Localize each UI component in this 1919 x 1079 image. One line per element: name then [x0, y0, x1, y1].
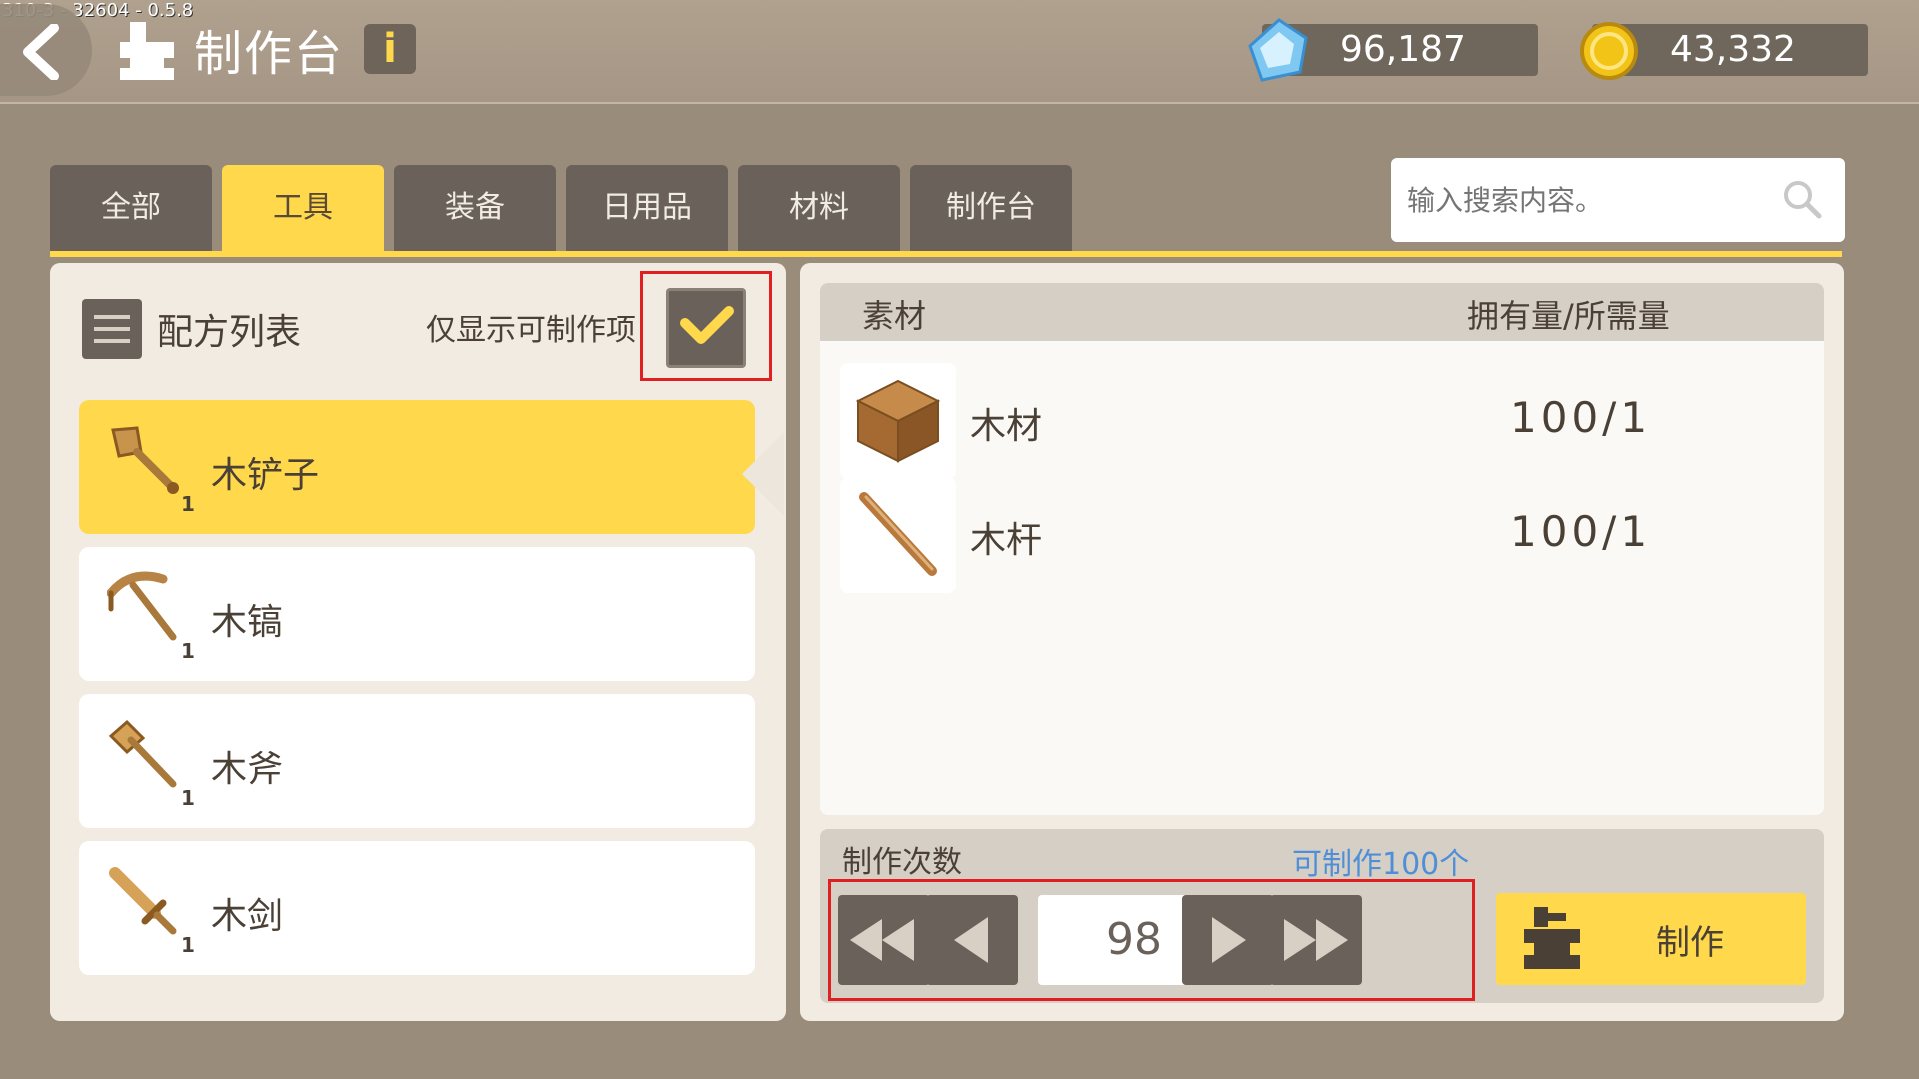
- coin-icon: [1580, 22, 1638, 80]
- materials-header-name: 素材: [862, 297, 927, 335]
- only-craftable-checkbox[interactable]: [666, 288, 746, 368]
- tab-crafting-table[interactable]: 制作台: [910, 165, 1072, 251]
- decrease-quantity-button[interactable]: [926, 895, 1018, 985]
- recipe-name: 木铲子: [211, 455, 320, 496]
- wood-block-icon: [855, 379, 941, 463]
- recipe-list-panel: 配方列表 仅显示可制作项 1 木铲子 1 木镐 1 木斧 1 木剑: [50, 263, 786, 1021]
- craft-button[interactable]: 制作: [1496, 893, 1806, 985]
- gem-amount: 96,187: [1340, 29, 1466, 70]
- recipe-name: 木镐: [211, 602, 284, 643]
- max-quantity-button[interactable]: [1270, 895, 1362, 985]
- increase-quantity-button[interactable]: [1182, 895, 1274, 985]
- gem-icon: [1248, 18, 1308, 82]
- recipe-count: 1: [181, 639, 195, 663]
- back-button[interactable]: [0, 4, 92, 96]
- right-arrow-icon: [1212, 917, 1246, 963]
- tab-daily-goods[interactable]: 日用品: [566, 165, 728, 251]
- recipe-count: 1: [181, 786, 195, 810]
- top-bar: 310-3 - 32604 - 0.5.8 制作台 i 96,187 43,33…: [0, 0, 1919, 104]
- wooden-pickaxe-icon: [107, 571, 177, 641]
- materials-header: 素材 拥有量/所需量: [820, 283, 1824, 341]
- wooden-axe-icon: [108, 719, 177, 788]
- recipe-count: 1: [181, 933, 195, 957]
- checkmark-icon: [680, 306, 734, 344]
- material-icon-box: [840, 477, 956, 593]
- recipe-detail-panel: 素材 拥有量/所需量 木材 100/1 木杆 100/1 制作次数 可制作100…: [800, 263, 1844, 1021]
- recipe-item-wooden-shovel[interactable]: 1 木铲子: [79, 400, 755, 534]
- gem-counter: 96,187: [1248, 18, 1538, 82]
- tab-tools[interactable]: 工具: [222, 165, 384, 251]
- materials-box: 素材 拥有量/所需量 木材 100/1 木杆 100/1: [820, 283, 1824, 815]
- search-icon[interactable]: [1781, 178, 1823, 220]
- recipe-item-wooden-pickaxe[interactable]: 1 木镐: [79, 547, 755, 681]
- crafting-table-icon: [120, 22, 174, 80]
- page-title: 制作台: [194, 26, 345, 82]
- search-box: [1391, 158, 1845, 242]
- recipe-item-wooden-axe[interactable]: 1 木斧: [79, 694, 755, 828]
- wooden-shovel-icon: [111, 426, 179, 494]
- info-button[interactable]: i: [364, 24, 416, 74]
- recipe-item-wooden-sword[interactable]: 1 木剑: [79, 841, 755, 975]
- crafting-controls: 制作次数 可制作100个 98 制作: [820, 829, 1824, 1003]
- recipe-name: 木斧: [211, 749, 284, 790]
- material-row: 木杆 100/1: [840, 477, 1800, 595]
- left-arrow-icon: [954, 917, 988, 963]
- min-quantity-button[interactable]: [838, 895, 930, 985]
- wood-stick-icon: [859, 492, 937, 576]
- materials-header-amount: 拥有量/所需量: [1467, 297, 1670, 335]
- selection-pointer: [742, 432, 784, 516]
- crafting-table-icon: [1524, 907, 1580, 969]
- recipe-list-title: 配方列表: [157, 312, 302, 353]
- can-make-label: 可制作100个: [1292, 847, 1470, 882]
- only-craftable-label: 仅显示可制作项: [426, 313, 636, 348]
- craft-button-label: 制作: [1656, 923, 1724, 963]
- material-name: 木杆: [970, 520, 1043, 561]
- material-amount: 100/1: [1510, 507, 1652, 556]
- material-name: 木材: [970, 406, 1043, 447]
- list-icon: [82, 299, 142, 359]
- recipe-count: 1: [181, 492, 195, 516]
- wooden-sword-icon: [109, 867, 177, 935]
- material-row: 木材 100/1: [840, 363, 1800, 481]
- search-input[interactable]: [1405, 174, 1779, 226]
- tab-equipment[interactable]: 装备: [394, 165, 556, 251]
- tab-materials[interactable]: 材料: [738, 165, 900, 251]
- craft-count-label: 制作次数: [842, 845, 962, 880]
- back-arrow-icon: [23, 24, 59, 80]
- coin-amount: 43,332: [1670, 29, 1796, 70]
- material-icon-box: [840, 363, 956, 479]
- coin-counter: 43,332: [1580, 22, 1868, 80]
- material-amount: 100/1: [1510, 393, 1652, 442]
- double-right-icon: [1284, 919, 1348, 961]
- tab-underline: [50, 251, 1842, 257]
- tab-all[interactable]: 全部: [50, 165, 212, 251]
- recipe-name: 木剑: [211, 896, 284, 937]
- double-left-icon: [850, 919, 914, 961]
